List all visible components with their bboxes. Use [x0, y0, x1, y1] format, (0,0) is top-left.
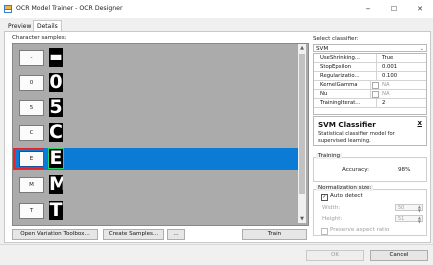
classifier-select[interactable]: SVM ⌄: [313, 44, 427, 52]
sample-glyph: ▬: [49, 48, 63, 67]
description-close-icon[interactable]: x: [417, 119, 422, 127]
sample-row[interactable]: C C: [13, 122, 300, 144]
window-title: OCR Model Trainer - OCR Designer: [16, 5, 123, 12]
maximize-button[interactable]: ☐: [381, 0, 407, 18]
sample-row-selected[interactable]: E E: [13, 148, 300, 170]
sample-row[interactable]: - ▬: [13, 47, 300, 69]
auto-detect-label: Auto detect: [330, 193, 363, 199]
app-icon: [4, 5, 12, 13]
spinner-arrows-icon[interactable]: ▲ ▼: [418, 216, 421, 224]
preserve-aspect-label: Preserve aspect ratio: [330, 227, 390, 233]
more-options-button[interactable]: ...: [167, 229, 185, 240]
property-value[interactable]: 0.100: [382, 72, 397, 80]
property-value[interactable]: 2: [382, 99, 385, 107]
property-name: Regularizatio...: [320, 72, 377, 80]
open-variation-toolbox-button[interactable]: Open Variation Toolbox...: [12, 229, 98, 240]
property-value[interactable]: 0.001: [382, 63, 397, 71]
selection-highlight-green: [48, 148, 64, 169]
property-value[interactable]: True: [382, 54, 393, 62]
character-samples-list[interactable]: - ▬ 0 0 5 5 C C E E M M T T: [12, 43, 309, 226]
height-spinner[interactable]: 51 ▲ ▼: [395, 215, 423, 224]
sample-glyph: 0: [49, 73, 63, 92]
classifier-description: SVM Classifier x Statistical classifier …: [313, 116, 427, 146]
sample-label-button[interactable]: C: [19, 125, 44, 141]
character-samples-label: Character samples:: [12, 35, 67, 41]
property-row[interactable]: StopEpsilon 0.001: [314, 63, 426, 72]
classifier-property-grid[interactable]: UseShrinking... True StopEpsilon 0.001 R…: [313, 53, 427, 115]
height-label: Height:: [322, 216, 343, 222]
sample-glyph: T: [49, 201, 63, 220]
sample-row[interactable]: 5 5: [13, 97, 300, 119]
property-name: UseShrinking...: [320, 54, 377, 62]
train-button[interactable]: Train: [242, 229, 307, 240]
sample-row[interactable]: T T: [13, 200, 300, 222]
width-label: Width:: [322, 205, 341, 211]
property-checkbox[interactable]: [372, 82, 379, 89]
description-text: Statistical classifier model for supervi…: [318, 131, 395, 144]
property-row[interactable]: Nu NA: [314, 90, 426, 99]
width-spinner[interactable]: 50 ▲ ▼: [395, 204, 423, 213]
sample-glyph: 5: [49, 98, 63, 117]
scroll-up-arrow-icon[interactable]: ▲: [298, 44, 306, 52]
property-name: TrainingIterat...: [320, 99, 377, 107]
sample-glyph: M: [49, 175, 63, 194]
accuracy-label: Accuracy:: [342, 167, 370, 173]
minimize-button[interactable]: –: [355, 0, 381, 18]
scroll-down-arrow-icon[interactable]: ▼: [298, 215, 306, 223]
spinner-arrows-icon[interactable]: ▲ ▼: [418, 205, 421, 213]
auto-detect-checkbox[interactable]: ✓: [321, 194, 328, 201]
property-value: NA: [382, 82, 390, 88]
ok-button[interactable]: OK: [306, 250, 364, 261]
scrollbar-thumb[interactable]: [299, 54, 305, 194]
preserve-aspect-checkbox[interactable]: [321, 228, 328, 235]
create-samples-button[interactable]: Create Samples...: [103, 229, 164, 240]
property-name: KernelGamma: [320, 81, 371, 89]
samples-scrollbar[interactable]: ▲ ▼: [298, 44, 306, 223]
description-title: SVM Classifier: [318, 120, 376, 129]
training-group-label: Training: [316, 153, 343, 159]
sample-label-button[interactable]: T: [19, 203, 44, 219]
property-row[interactable]: TrainingIterat... 2: [314, 99, 426, 108]
property-name: Nu: [320, 90, 371, 98]
property-row[interactable]: KernelGamma NA: [314, 81, 426, 90]
accuracy-value: 98%: [398, 167, 411, 173]
property-name: StopEpsilon: [320, 63, 377, 71]
sample-label-button[interactable]: M: [19, 177, 44, 193]
classifier-selected-value: SVM: [316, 46, 329, 52]
cancel-button[interactable]: Cancel: [370, 250, 428, 261]
select-classifier-label: Select classifier:: [313, 36, 359, 42]
property-row[interactable]: UseShrinking... True: [314, 54, 426, 63]
chevron-down-icon: ⌄: [419, 46, 424, 52]
height-value: 51: [398, 216, 405, 222]
sample-label-button[interactable]: -: [19, 50, 44, 66]
sample-label-button[interactable]: 5: [19, 100, 44, 116]
property-row[interactable]: Regularizatio... 0.100: [314, 72, 426, 81]
width-value: 50: [398, 205, 405, 211]
sample-glyph: C: [49, 123, 63, 142]
property-checkbox[interactable]: [372, 91, 379, 98]
close-button[interactable]: ✕: [407, 0, 433, 18]
sample-label-button[interactable]: 0: [19, 75, 44, 91]
normalization-group-label: Normalization size:: [316, 185, 374, 191]
property-value: NA: [382, 91, 390, 97]
selection-highlight-red: [14, 148, 44, 169]
sample-row[interactable]: 0 0: [13, 72, 300, 94]
dialog-separator: [0, 244, 433, 245]
sample-row[interactable]: M M: [13, 174, 300, 196]
